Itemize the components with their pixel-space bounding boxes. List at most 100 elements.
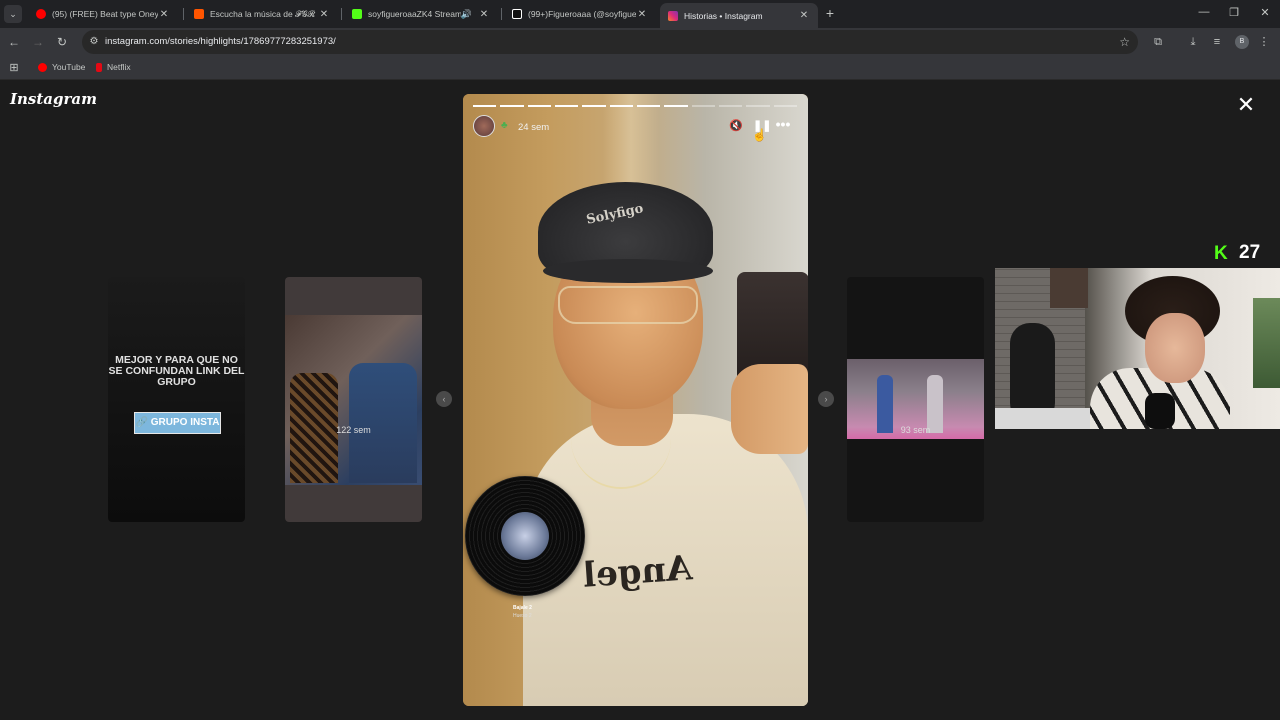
progress-segment xyxy=(746,105,770,107)
progress-fill xyxy=(473,105,497,107)
webcam-face xyxy=(1145,313,1205,383)
story-preview-text: MEJOR Y PARA QUE NO SE CONFUNDAN LINK DE… xyxy=(108,354,245,388)
soundcloud-icon xyxy=(194,9,204,19)
group-link-sticker: 🔗 GRUPO INSTA xyxy=(134,412,221,434)
progress-segment xyxy=(636,105,661,107)
close-icon[interactable]: ✕ xyxy=(1236,94,1256,116)
microphone-icon xyxy=(1145,393,1175,429)
progress-fill xyxy=(527,105,551,107)
previous-story-button[interactable]: ‹ xyxy=(436,391,452,407)
story-viewer: Instagram ✕ MEJOR Y PARA QUE NO SE CONFU… xyxy=(0,80,1280,720)
tab-title: (95) (FREE) Beat type Oney1 "V... xyxy=(52,9,158,19)
story-progress-bar xyxy=(473,105,797,107)
progress-segment xyxy=(582,105,606,107)
tab-youtube[interactable]: (95) (FREE) Beat type Oney1 "V... ✕ xyxy=(28,3,178,25)
music-sticker-vinyl[interactable] xyxy=(465,476,585,596)
tab-title: Historias • Instagram xyxy=(684,10,763,21)
progress-segment xyxy=(691,105,715,107)
restore-button[interactable]: ❐ xyxy=(1226,6,1242,19)
youtube-icon xyxy=(38,62,47,72)
extensions-icon[interactable]: ⧉ xyxy=(1150,34,1166,50)
viewer-count: 27 xyxy=(1239,242,1261,263)
close-tab-icon[interactable]: ✕ xyxy=(798,10,810,21)
forward-button[interactable]: → xyxy=(30,34,46,50)
new-tab-button[interactable]: + xyxy=(823,6,837,20)
story-age: 122 sem xyxy=(336,425,371,435)
bookmark-label: Netflix xyxy=(107,62,131,72)
bookmarks-bar: ⊞ YouTube Netflix xyxy=(0,56,1280,80)
story-preview-right[interactable]: 93 sem xyxy=(847,277,984,522)
story-hand xyxy=(731,364,808,454)
next-story-button[interactable]: › xyxy=(818,391,834,407)
tab-title: Escucha la música de 𝓕𝓖𝓡 𝓒𝓡... xyxy=(210,8,318,19)
close-tab-icon[interactable]: ✕ xyxy=(158,9,170,20)
minimize-button[interactable]: — xyxy=(1196,6,1212,18)
story-cap-brim xyxy=(543,259,713,283)
browser-toolbar: ← → ↻ ⚙ instagram.com/stories/highlights… xyxy=(0,28,1280,56)
progress-segment xyxy=(527,105,551,107)
bookmark-youtube[interactable]: YouTube xyxy=(38,62,85,72)
address-bar[interactable]: ⚙ instagram.com/stories/highlights/17869… xyxy=(82,30,1138,54)
profile-avatar[interactable]: B xyxy=(1235,35,1249,49)
progress-segment xyxy=(718,105,743,107)
progress-segment xyxy=(609,105,633,107)
progress-segment xyxy=(554,105,579,107)
story-preview-left[interactable]: 122 sem xyxy=(285,277,422,522)
music-artist: Hueso 2 xyxy=(513,613,532,619)
close-tab-icon[interactable]: ✕ xyxy=(636,9,648,20)
tab-instagram[interactable]: Historias • Instagram ✕ xyxy=(660,3,818,28)
bookmark-netflix[interactable]: Netflix xyxy=(96,62,131,72)
progress-fill xyxy=(664,105,688,107)
tab-tiktok[interactable]: (99+)Figueroaaa (@soyfigueroa... ✕ xyxy=(504,3,656,25)
progress-fill xyxy=(500,105,524,107)
kick-logo-icon: K xyxy=(1214,243,1228,264)
cursor-icon: ☝ xyxy=(752,128,767,142)
tab-search-button[interactable]: ⌄ xyxy=(4,5,22,23)
close-tab-icon[interactable]: ✕ xyxy=(318,9,330,20)
close-tab-icon[interactable]: ✕ xyxy=(478,9,490,20)
tiktok-icon xyxy=(512,9,522,19)
story-age: 93 sem xyxy=(900,425,931,435)
site-info-icon[interactable]: ⚙ xyxy=(87,35,101,49)
tab-kick-stream[interactable]: soyfigueroaaZK4 Stream - ... 🔊 ✕ xyxy=(344,3,498,25)
apps-grid-icon[interactable]: ⊞ xyxy=(8,61,20,74)
more-options-icon[interactable]: ••• xyxy=(775,116,791,132)
netflix-icon xyxy=(96,62,102,72)
shirt-print-text: Angel xyxy=(581,548,694,596)
media-control-icon[interactable]: ≡ xyxy=(1209,34,1225,50)
progress-fill xyxy=(554,105,579,107)
progress-segment xyxy=(500,105,524,107)
tab-strip: ⌄ (95) (FREE) Beat type Oney1 "V... ✕ Es… xyxy=(0,0,1280,28)
kick-icon xyxy=(352,9,362,19)
clover-icon: ♣ xyxy=(501,120,508,131)
story-preview-photo xyxy=(285,315,422,485)
story-glasses xyxy=(558,286,698,324)
progress-segment xyxy=(473,105,497,107)
instagram-logo[interactable]: Instagram xyxy=(10,90,97,108)
mute-icon[interactable]: 🔇 xyxy=(729,119,743,132)
music-title: Bajale 2 xyxy=(513,605,532,611)
webcam-door xyxy=(1050,268,1088,308)
speaker-icon[interactable]: 🔊 xyxy=(461,9,472,20)
tab-separator xyxy=(341,8,342,20)
album-art xyxy=(501,512,549,560)
story-age: 24 sem xyxy=(518,122,550,133)
bookmark-label: YouTube xyxy=(52,62,86,72)
person-figure xyxy=(349,363,417,483)
bookmark-star-icon[interactable]: ☆ xyxy=(1119,35,1130,49)
active-story[interactable]: Solyfigo Angel ♣ 24 sem 🔇 ❚❚ ••• ☝ Bajal… xyxy=(463,94,808,706)
story-preview-left-far[interactable]: MEJOR Y PARA QUE NO SE CONFUNDAN LINK DE… xyxy=(108,277,245,522)
progress-fill xyxy=(609,105,633,107)
menu-icon[interactable]: ⋮ xyxy=(1256,34,1272,50)
instagram-icon xyxy=(668,10,678,21)
close-window-button[interactable]: ✕ xyxy=(1257,6,1273,19)
reload-button[interactable]: ↻ xyxy=(54,34,70,50)
tab-title: (99+)Figueroaaa (@soyfigueroa... xyxy=(528,9,636,19)
progress-fill xyxy=(636,105,661,107)
tab-separator xyxy=(501,8,502,20)
back-button[interactable]: ← xyxy=(6,34,22,50)
tab-soundcloud[interactable]: Escucha la música de 𝓕𝓖𝓡 𝓒𝓡... ✕ xyxy=(186,3,338,25)
story-author-avatar[interactable] xyxy=(473,115,495,137)
downloads-icon[interactable]: ⤓ xyxy=(1185,34,1201,50)
webcam-overlay xyxy=(995,268,1280,429)
